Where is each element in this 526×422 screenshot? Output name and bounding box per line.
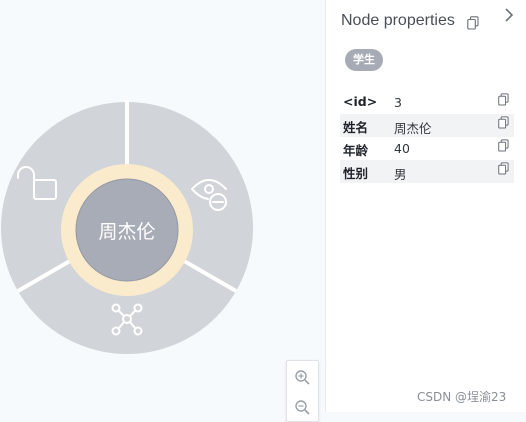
node-label: 周杰伦 <box>98 220 156 243</box>
watermark: CSDN @埕渝23 <box>417 390 507 404</box>
zoom-out-icon[interactable] <box>294 399 311 416</box>
property-row: <id> 3 <box>340 91 514 114</box>
graph-canvas[interactable]: 周杰伦 <box>0 0 325 422</box>
property-value: 40 <box>394 141 410 156</box>
copy-icon[interactable] <box>498 93 509 106</box>
property-key: 年龄 <box>343 143 369 158</box>
zoom-in-icon[interactable] <box>294 369 311 386</box>
properties-table: <id> 3 姓名 周杰伦 年龄 40 性别 男 <box>340 91 514 183</box>
property-value: 3 <box>394 95 402 110</box>
panel-title: Node properties <box>341 12 455 29</box>
chevron-right-icon[interactable] <box>502 6 516 24</box>
copy-icon[interactable] <box>498 139 509 152</box>
node-properties-panel: Node properties 学生 <id> 3 姓名 周杰伦 年龄 40 性… <box>325 0 526 412</box>
property-value: 男 <box>394 167 407 182</box>
property-key: <id> <box>343 94 378 109</box>
label-badge: 学生 <box>345 49 383 71</box>
property-row: 性别 男 <box>340 160 514 183</box>
property-key: 性别 <box>343 166 369 181</box>
copy-icon[interactable] <box>467 16 479 30</box>
property-value: 周杰伦 <box>394 121 432 136</box>
property-row: 姓名 周杰伦 <box>340 114 514 137</box>
copy-icon[interactable] <box>498 116 509 129</box>
property-row: 年龄 40 <box>340 137 514 160</box>
property-key: 姓名 <box>343 120 369 135</box>
zoom-controls <box>286 360 319 422</box>
copy-icon[interactable] <box>498 162 509 175</box>
